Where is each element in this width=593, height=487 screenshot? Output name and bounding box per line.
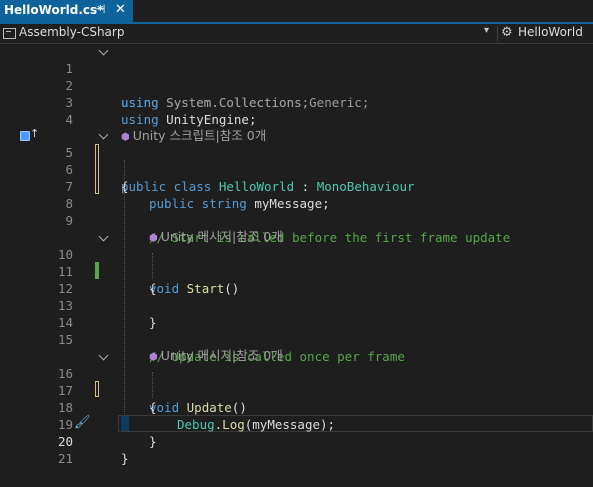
codelens: ⬢ Unity 메시지|참조 0개 [0,211,593,244]
code-line: 13 } [0,280,593,330]
fold-icon[interactable] [98,231,109,242]
navbar-divider [497,26,498,41]
codelens: ⬢ Unity 스크립트|참조 0개 [0,110,593,143]
fold-icon[interactable] [98,350,109,361]
code-line: 8 [0,178,593,211]
code-line: 21 [0,433,593,466]
code-line: 3 using UnityEngine; [0,77,593,127]
project-icon [3,28,16,39]
code-line: 10 void Start() [0,229,593,296]
class-dropdown[interactable]: HelloWorld [518,25,583,39]
code-line: 5 public class HelloWorld : MonoBehaviou… [0,127,593,194]
code-line: 20 } [0,416,593,466]
code-editor[interactable]: ↑ 🖌 1 using System.Collections; 2 using … [0,44,593,487]
code-text: } [121,451,129,466]
chevron-down-icon[interactable]: ▾ [484,25,489,36]
pin-icon[interactable]: ⊣ [95,2,105,16]
tab-title: HelloWorld.cs* [4,3,104,17]
fold-icon[interactable] [98,129,109,140]
line-number: 21 [57,451,73,466]
code-line: 7 public string myMessage; [0,161,593,211]
code-line: 15 // Update is called once per frame [0,314,593,364]
class-icon: ⚙ [501,25,513,40]
code-line: 2 using System.Collections.Generic; [0,60,593,110]
code-line: 6 { [0,144,593,194]
fold-icon[interactable] [98,45,109,56]
codelens: ⬢ Unity 메시지|참조 0개 [0,330,593,363]
code-line: 19 } [0,399,593,449]
code-line: 18 Debug.Log(myMessage); [0,382,593,432]
code-line: 12 [0,263,593,296]
code-line: 9 // Start is called before the first fr… [0,195,593,245]
navigation-bar: Assembly-CSharp ▾ ⚙ HelloWorld [0,24,593,44]
code-line: 16 void Update() [0,348,593,415]
code-line: 17 { [0,365,593,415]
close-icon[interactable]: ✕ [115,2,126,17]
code-line: 11 { [0,246,593,296]
code-line: 14 [0,297,593,330]
tab-strip: HelloWorld.cs* ⊣ ✕ [0,0,593,24]
project-dropdown[interactable]: Assembly-CSharp [19,25,124,39]
code-line: 4 [0,94,593,127]
tab-helloworld[interactable]: HelloWorld.cs* ⊣ ✕ [0,0,133,22]
code-line: 1 using System.Collections; [0,43,593,110]
